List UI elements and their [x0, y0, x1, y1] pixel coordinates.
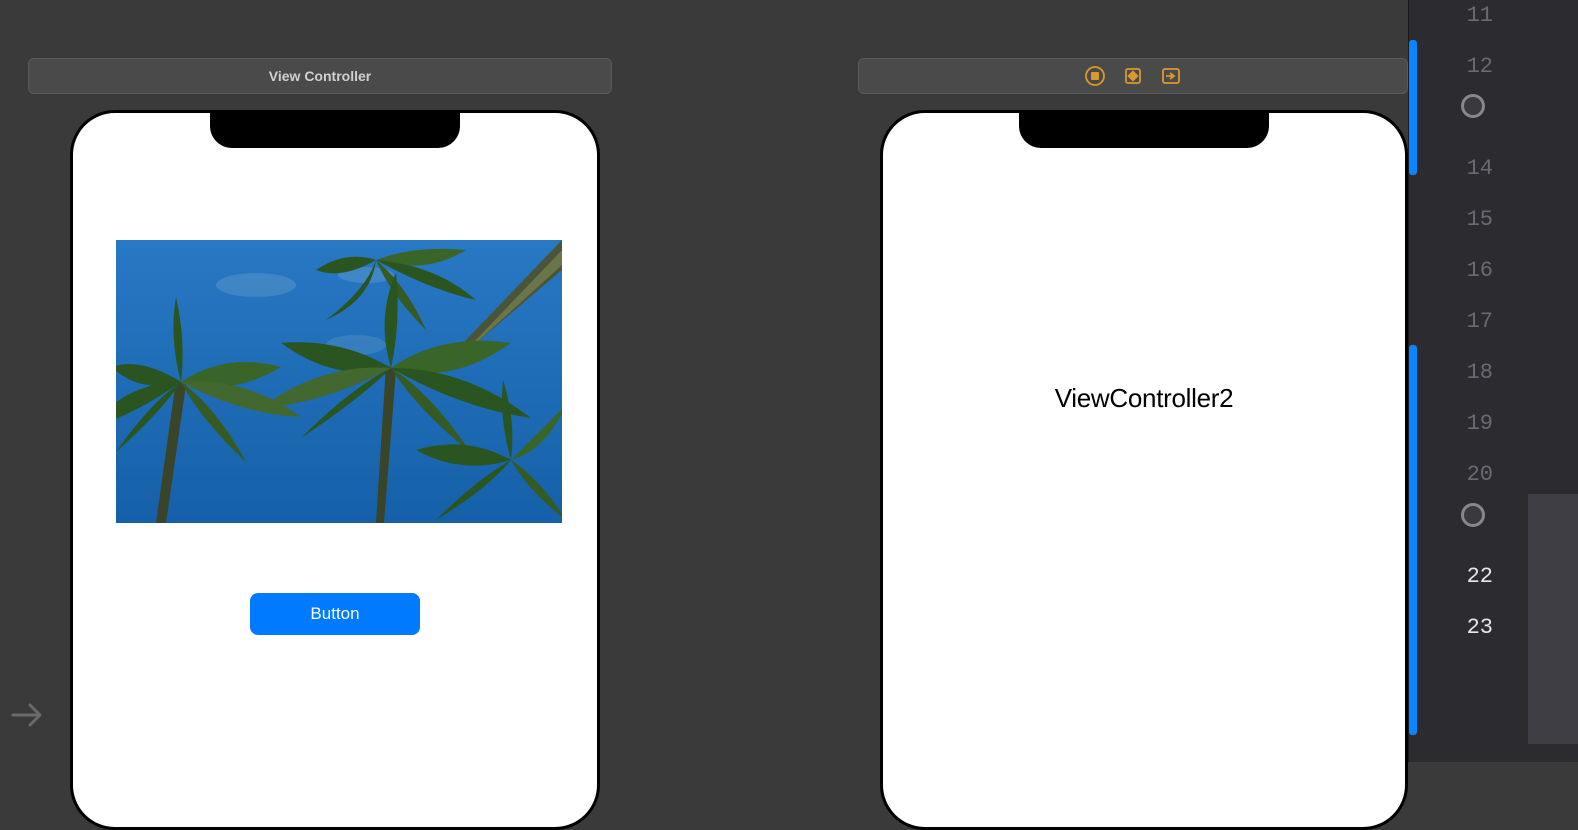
breakpoint-indicator-icon[interactable]	[1461, 503, 1485, 527]
scene-dock-icons	[1085, 66, 1181, 86]
line-number[interactable]: 11	[1457, 0, 1497, 41]
line-number[interactable]: 19	[1457, 398, 1497, 449]
storyboard-canvas[interactable]: View Controller	[0, 0, 1408, 762]
scene-header-view-controller[interactable]: View Controller	[28, 58, 612, 94]
image-view-palm-trees[interactable]	[116, 240, 562, 523]
editor-gutter[interactable]: 11 12 14 15 16 17 18 19 20 22 23	[1408, 0, 1578, 762]
initial-view-controller-arrow-icon[interactable]	[8, 695, 48, 735]
code-fold-ribbon[interactable]	[1409, 345, 1417, 735]
first-responder-icon[interactable]	[1123, 66, 1143, 86]
scene-header-view-controller-2[interactable]	[858, 58, 1408, 94]
line-number[interactable]: 20	[1457, 449, 1497, 500]
line-number[interactable]: 17	[1457, 296, 1497, 347]
view-controller-2-label[interactable]: ViewController2	[1055, 383, 1234, 414]
notch	[1019, 113, 1269, 148]
button[interactable]: Button	[250, 593, 420, 635]
scene-title: View Controller	[269, 68, 371, 84]
line-number[interactable]: 16	[1457, 245, 1497, 296]
line-number[interactable]: 15	[1457, 194, 1497, 245]
code-fold-ribbon[interactable]	[1409, 40, 1417, 175]
notch	[210, 113, 460, 148]
line-number[interactable]: 14	[1457, 143, 1497, 194]
exit-icon[interactable]	[1161, 66, 1181, 86]
button-label: Button	[310, 604, 359, 624]
line-number[interactable]: 22	[1457, 551, 1497, 602]
breakpoint-indicator-icon[interactable]	[1461, 94, 1485, 118]
minimap-viewport-indicator[interactable]	[1528, 494, 1578, 744]
view-controller-icon[interactable]	[1085, 66, 1105, 86]
phone-frame-2[interactable]: ViewController2	[880, 110, 1408, 830]
line-number[interactable]: 23	[1457, 602, 1497, 653]
phone-frame-1[interactable]: Button	[70, 110, 600, 830]
line-number[interactable]: 18	[1457, 347, 1497, 398]
line-number[interactable]: 12	[1457, 41, 1497, 92]
